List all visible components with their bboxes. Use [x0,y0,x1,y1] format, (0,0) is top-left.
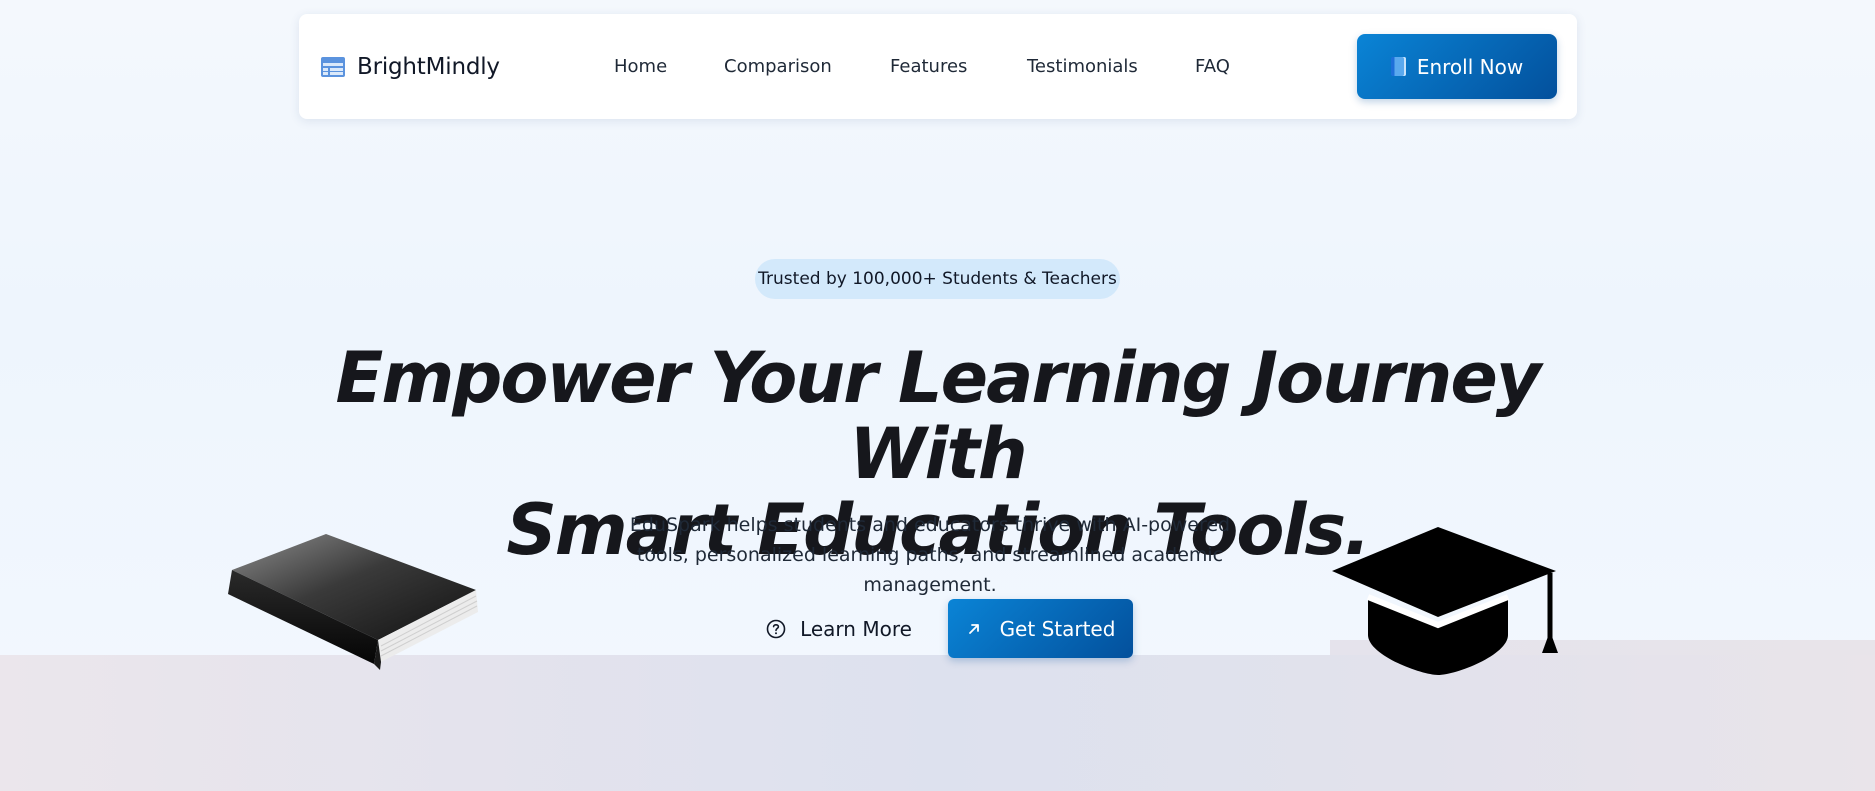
nav-link-home[interactable]: Home [614,14,667,119]
hero-subtitle: EduSpark helps students and educators th… [629,514,1231,596]
hero-title-line-1: Empower Your Learning Journey With [335,337,1542,495]
graduation-cap-icon [1332,527,1558,675]
top-navbar: BrightMindly Home Comparison Features Te… [299,14,1577,119]
nav-link-comparison[interactable]: Comparison [724,14,832,119]
learn-more-button[interactable]: Learn More [754,600,924,658]
enroll-now-label: Enroll Now [1416,54,1524,79]
trust-badge: Trusted by 100,000+ Students & Teachers [755,259,1120,299]
blue-book-icon [1390,57,1406,76]
nav-link-faq[interactable]: FAQ [1195,14,1230,119]
arrow-up-right-icon [968,623,979,634]
learn-more-label: Learn More [800,617,912,641]
get-started-label: Get Started [999,616,1116,641]
closed-book-image [228,534,478,670]
nav-link-testimonials[interactable]: Testimonials [1027,14,1138,119]
nav-link-features[interactable]: Features [890,14,967,119]
brand-name: BrightMindly [357,53,500,80]
table-layout-icon [321,56,345,77]
help-circle-icon [766,619,786,639]
get-started-button[interactable]: Get Started [948,599,1133,658]
brand[interactable]: BrightMindly [321,14,500,119]
bottom-section-band [0,655,1875,791]
enroll-now-button[interactable]: Enroll Now [1357,34,1557,99]
